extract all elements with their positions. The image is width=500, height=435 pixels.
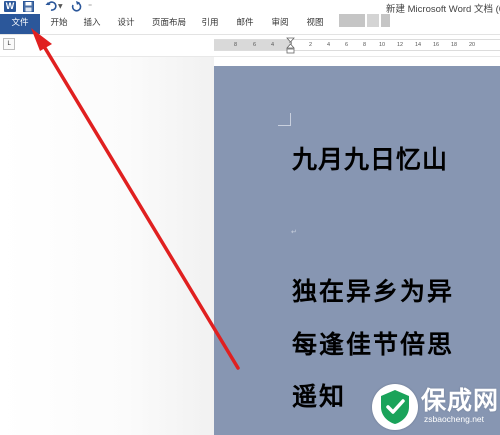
ruler-number: 8 <box>363 42 367 48</box>
document-page[interactable] <box>214 66 500 435</box>
ruler-number: 8 <box>234 42 238 48</box>
ruler-number: 6 <box>253 42 257 48</box>
undo-icon[interactable] <box>45 0 57 12</box>
indent-marker-icon[interactable] <box>286 35 295 56</box>
margin-corner-mark <box>278 113 291 126</box>
redacted-tab-placeholder <box>367 14 379 27</box>
watermark-url: zsbaocheng.net <box>424 414 485 424</box>
ruler-number: 10 <box>379 42 386 48</box>
ruler-number: 12 <box>397 42 404 48</box>
document-title: 新建 Microsoft Word 文档 (6). <box>386 4 500 15</box>
document-workspace <box>0 57 214 435</box>
shield-check-icon <box>381 390 409 424</box>
ruler-number: 18 <box>451 42 458 48</box>
ruler-number: 20 <box>469 42 476 48</box>
poem-title[interactable]: 九月九日忆山 <box>292 140 448 176</box>
save-icon[interactable] <box>23 1 34 12</box>
tab-references[interactable]: 引用 <box>198 14 222 34</box>
poem-line[interactable]: 独在异乡为异 <box>292 272 454 308</box>
word-window: W ▼ ⁼ 新建 Microsoft Word 文档 (6). 文件 开始 插入… <box>0 0 500 435</box>
customize-toolbar-icon[interactable]: ⁼ <box>88 2 92 11</box>
tab-review[interactable]: 审阅 <box>268 14 292 34</box>
poem-line[interactable]: 每逢佳节倍思 <box>292 325 454 361</box>
tab-mailings[interactable]: 邮件 <box>233 14 257 34</box>
ribbon-tab-bar: 文件 开始 插入 设计 页面布局 引用 邮件 审阅 视图 <box>0 14 500 35</box>
tab-page-layout[interactable]: 页面布局 <box>149 14 189 34</box>
word-app-icon[interactable]: W <box>4 1 16 12</box>
watermark-site-name: 保成网 <box>421 386 500 415</box>
undo-dropdown-icon[interactable]: ▼ <box>58 3 63 10</box>
redacted-tab-placeholder <box>339 14 365 27</box>
paragraph-mark-icon: ↵ <box>291 228 297 236</box>
ruler-number: 2 <box>309 42 313 48</box>
ruler-number: 4 <box>327 42 331 48</box>
tab-design[interactable]: 设计 <box>114 14 138 34</box>
tab-stop-selector[interactable]: L <box>3 38 15 50</box>
ruler-number: 4 <box>271 42 275 48</box>
ruler-number: 14 <box>415 42 422 48</box>
redacted-tab-placeholder <box>381 14 390 27</box>
ruler-number: 6 <box>345 42 349 48</box>
horizontal-ruler[interactable]: 8 6 4 2 2 4 6 8 10 12 14 16 18 20 <box>214 39 500 51</box>
ruler-bar: L 8 6 4 2 2 4 6 8 10 12 14 16 18 20 <box>0 35 500 57</box>
tab-home[interactable]: 开始 <box>44 14 74 34</box>
redo-icon[interactable] <box>70 0 82 12</box>
poem-line[interactable]: 遥知 <box>292 377 346 413</box>
tab-file[interactable]: 文件 <box>0 14 40 34</box>
title-bar: W ▼ ⁼ 新建 Microsoft Word 文档 (6). <box>0 0 500 15</box>
tab-insert[interactable]: 插入 <box>80 14 104 34</box>
tab-view[interactable]: 视图 <box>303 14 327 34</box>
ruler-number: 16 <box>433 42 440 48</box>
